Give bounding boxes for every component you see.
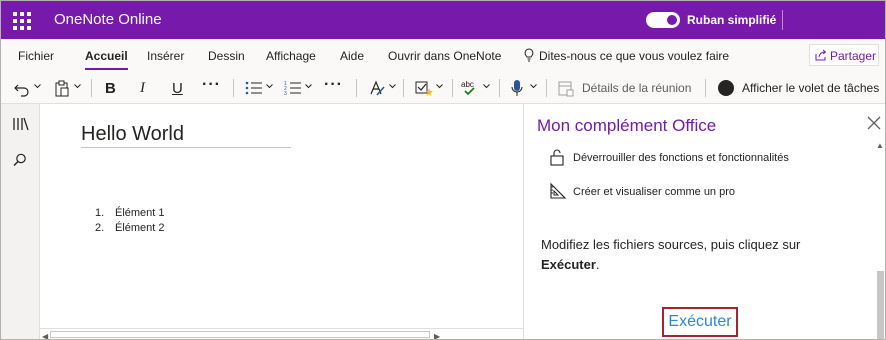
design-icon	[550, 182, 567, 199]
chevron-down-icon[interactable]	[389, 84, 396, 89]
close-icon[interactable]	[866, 115, 882, 131]
italic-button[interactable]: I	[140, 80, 145, 97]
toolbar-divider	[452, 79, 453, 97]
list-number: 2.	[95, 222, 105, 234]
numbered-list[interactable]: 1. Élément 1 2. Élément 2	[95, 207, 165, 237]
note-page[interactable]: Hello World 1. Élément 1 2. Élément 2 ◀ ▶	[40, 104, 523, 339]
list-item-text: Élément 2	[115, 222, 165, 234]
title-divider	[782, 10, 783, 30]
feature-text: Déverrouiller des fonctions et fonctionn…	[573, 152, 789, 164]
meeting-details-button[interactable]: Détails de la réunion	[582, 81, 691, 95]
toolbar-divider	[403, 79, 404, 97]
tab-aide[interactable]: Aide	[340, 49, 364, 63]
task-pane-description: Modifiez les fichiers sources, puis cliq…	[541, 235, 841, 275]
toolbar-divider	[91, 79, 92, 97]
chevron-down-icon[interactable]	[483, 84, 490, 89]
search-icon[interactable]	[13, 153, 27, 167]
underline-button[interactable]: U	[172, 80, 183, 97]
scroll-up-icon[interactable]: ▲	[876, 141, 884, 150]
scroll-left-icon[interactable]: ◀	[42, 332, 48, 339]
toolbar-divider	[546, 79, 547, 97]
share-button[interactable]: Partager	[809, 44, 879, 66]
list-item-text: Élément 1	[115, 207, 165, 219]
chevron-down-icon[interactable]	[266, 84, 273, 89]
description-end: .	[595, 257, 600, 272]
chevron-down-icon[interactable]	[530, 84, 537, 89]
share-label: Partager	[830, 49, 877, 63]
tag-icon[interactable]	[415, 79, 433, 97]
tab-accueil[interactable]: Accueil	[85, 49, 128, 70]
tab-fichier[interactable]: Fichier	[18, 49, 54, 63]
chevron-down-icon[interactable]	[436, 84, 443, 89]
page-title[interactable]: Hello World	[81, 123, 184, 146]
bold-button[interactable]: B	[105, 80, 116, 97]
undo-icon[interactable]	[14, 79, 30, 97]
app-launcher-icon[interactable]	[11, 10, 31, 30]
task-pane-title: Mon complément Office	[537, 116, 717, 135]
run-button[interactable]: Exécuter	[662, 307, 738, 337]
lightbulb-icon	[524, 48, 534, 62]
meeting-details-icon	[558, 81, 574, 97]
title-bar: OneNote Online Ruban simplifié	[1, 1, 885, 39]
simplified-ribbon-toggle[interactable]	[646, 12, 680, 28]
more-list-button[interactable]: ···	[324, 76, 343, 94]
notebooks-icon[interactable]	[12, 116, 30, 132]
tab-inserer[interactable]: Insérer	[147, 49, 184, 63]
microphone-icon[interactable]	[510, 79, 524, 97]
feature-text: Créer et visualiser comme un pro	[573, 186, 736, 198]
vertical-scrollbar[interactable]: ▲	[874, 141, 885, 339]
title-underline	[81, 147, 291, 148]
show-taskpane-button[interactable]: Afficher le volet de tâches	[742, 81, 879, 95]
numbered-list-icon[interactable]: 123	[284, 79, 302, 97]
unlock-icon	[550, 149, 564, 166]
tab-dessin[interactable]: Dessin	[208, 49, 245, 63]
spelling-icon[interactable]: abc	[461, 79, 481, 97]
tab-affichage[interactable]: Affichage	[266, 49, 316, 63]
tab-open-in-onenote[interactable]: Ouvrir dans OneNote	[388, 49, 501, 63]
toolbar-divider	[705, 79, 706, 97]
clipboard-icon[interactable]	[54, 79, 70, 97]
list-item[interactable]: 1. Élément 1	[95, 207, 165, 222]
share-icon	[815, 49, 827, 61]
scrollbar-thumb[interactable]	[877, 271, 884, 339]
svg-text:3: 3	[284, 91, 287, 97]
chevron-down-icon[interactable]	[305, 84, 312, 89]
description-text: Modifiez les fichiers sources, puis cliq…	[541, 237, 801, 252]
toolbar-divider	[499, 79, 500, 97]
more-formatting-button[interactable]: ···	[202, 76, 221, 94]
ribbon-toolbar: B I U ··· 123 ··· abc Détails de la réun…	[1, 72, 885, 104]
bullet-list-icon[interactable]	[245, 79, 263, 97]
svg-text:abc: abc	[461, 80, 474, 89]
description-emphasis: Exécuter	[541, 257, 596, 272]
list-number: 1.	[95, 207, 105, 219]
onenote-window: OneNote Online Ruban simplifié Fichier A…	[0, 0, 886, 340]
addin-icon	[718, 80, 734, 96]
scrollbar-thumb[interactable]	[50, 331, 430, 338]
toolbar-divider	[233, 79, 234, 97]
styles-icon[interactable]	[368, 79, 386, 97]
ribbon-tabs: Fichier Accueil Insérer Dessin Affichage…	[1, 39, 885, 72]
chevron-down-icon[interactable]	[74, 84, 81, 89]
chevron-down-icon[interactable]	[34, 84, 41, 89]
app-title[interactable]: OneNote Online	[54, 11, 162, 28]
tell-me-search[interactable]: Dites-nous ce que vous voulez faire	[539, 49, 729, 63]
left-nav	[1, 104, 40, 339]
scroll-right-icon[interactable]: ▶	[434, 332, 440, 339]
simplified-ribbon-label: Ruban simplifié	[687, 13, 777, 27]
toolbar-divider	[356, 79, 357, 97]
list-item[interactable]: 2. Élément 2	[95, 222, 165, 237]
addin-task-pane: Mon complément Office Déverrouiller des …	[523, 104, 885, 339]
horizontal-scrollbar[interactable]: ◀ ▶	[40, 328, 523, 339]
